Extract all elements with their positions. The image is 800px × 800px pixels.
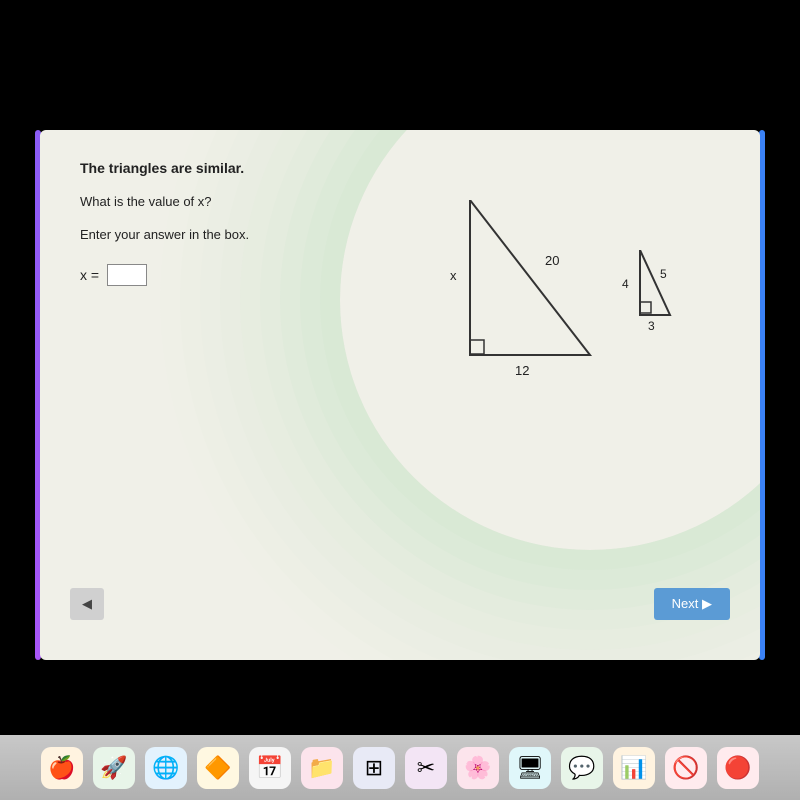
main-screen: The triangles are similar. What is the v…	[40, 130, 760, 660]
svg-text:5: 5	[660, 267, 667, 281]
taskbar-icon-facetime[interactable]: 🖥	[509, 747, 551, 789]
svg-text:12: 12	[515, 363, 529, 378]
svg-text:20: 20	[545, 253, 559, 268]
large-triangle-svg: 20 x 12	[380, 200, 600, 400]
taskbar-icon-app-store[interactable]: 🔴	[717, 747, 759, 789]
svg-text:4: 4	[622, 277, 629, 291]
answer-label: x =	[80, 267, 99, 283]
svg-text:x: x	[450, 268, 457, 283]
problem-title: The triangles are similar.	[80, 160, 720, 176]
next-button[interactable]: Next ▶	[654, 588, 730, 620]
taskbar-icon-messages[interactable]: 💬	[561, 747, 603, 789]
triangles-area: 20 x 12 5 4 3	[380, 190, 750, 450]
svg-text:3: 3	[648, 319, 655, 333]
answer-input[interactable]	[107, 264, 147, 286]
taskbar-icon-files[interactable]: 📁	[301, 747, 343, 789]
taskbar: 🍎 🚀 🌐 🔶 📅 📁 ⊞ ✂ 🌸 🖥 💬 📊 🚫 🔴	[0, 735, 800, 800]
content-area: The triangles are similar. What is the v…	[40, 130, 760, 660]
back-button[interactable]: ◀	[70, 588, 104, 620]
taskbar-icon-chrome[interactable]: 🌐	[145, 747, 187, 789]
taskbar-icon-launchpad[interactable]: 🚀	[93, 747, 135, 789]
taskbar-icon-scissors[interactable]: ✂	[405, 747, 447, 789]
taskbar-icon-block[interactable]: 🚫	[665, 747, 707, 789]
taskbar-icon-finder[interactable]: 🍎	[41, 747, 83, 789]
small-triangle-svg: 5 4 3	[610, 250, 690, 340]
taskbar-icon-stats[interactable]: 📊	[613, 747, 655, 789]
taskbar-icon-photos[interactable]: 🌸	[457, 747, 499, 789]
taskbar-icon-calendar[interactable]: 📅	[249, 747, 291, 789]
taskbar-icon-grid[interactable]: ⊞	[353, 747, 395, 789]
taskbar-icon-app1[interactable]: 🔶	[197, 747, 239, 789]
